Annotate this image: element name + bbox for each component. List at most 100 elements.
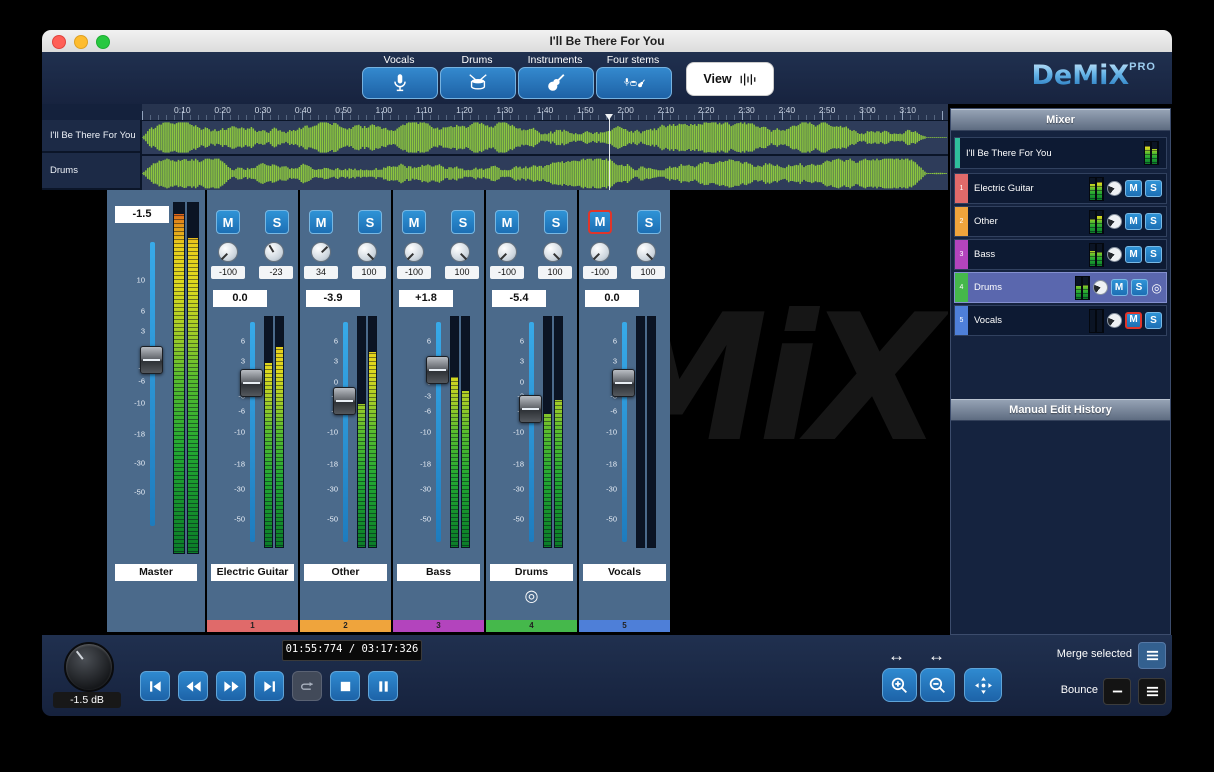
meter-off [1090, 310, 1095, 332]
channel-meter [636, 316, 656, 548]
mute-button[interactable]: M [588, 210, 612, 234]
fader-scale-label: -10 [107, 398, 145, 407]
track-mute-button[interactable]: M [1111, 279, 1128, 296]
waveform-track-song[interactable] [142, 121, 948, 156]
track-label-song[interactable]: I'll Be There For You [42, 120, 142, 153]
fader-handle[interactable] [519, 395, 542, 423]
record-icon[interactable]: ◎ [1152, 281, 1162, 295]
track-solo-button[interactable]: S [1145, 213, 1162, 230]
channel-meter [357, 316, 377, 548]
instruments-stem-button[interactable] [518, 67, 594, 99]
pause-button[interactable] [368, 671, 398, 701]
skip-to-end-button[interactable] [254, 671, 284, 701]
sidebar-track-electric-guitar[interactable]: 1Electric GuitarMS [954, 173, 1167, 204]
rewind-button[interactable] [178, 671, 208, 701]
channel-color-tag: 1 [207, 620, 298, 632]
track-name: Drums [974, 282, 1002, 293]
mute-button[interactable]: M [309, 210, 333, 234]
fader-handle[interactable] [240, 369, 263, 397]
fader-track[interactable] [529, 322, 534, 542]
gain-display[interactable]: 0.0 [585, 290, 639, 307]
fader-scale-label: -18 [207, 459, 245, 468]
gain-display[interactable]: +1.8 [399, 290, 453, 307]
solo-button[interactable]: S [265, 210, 289, 234]
track-solo-button[interactable]: S [1145, 180, 1162, 197]
width-knob[interactable] [636, 242, 656, 262]
solo-button[interactable]: S [544, 210, 568, 234]
track-solo-button[interactable]: S [1145, 246, 1162, 263]
track-mute-button[interactable]: M [1125, 213, 1142, 230]
zoom-in-button[interactable] [882, 668, 917, 702]
pan-knob[interactable] [404, 242, 424, 262]
drums-stem-button[interactable] [440, 67, 516, 99]
bounce-options-button[interactable] [1138, 678, 1166, 705]
fader-track[interactable] [436, 322, 441, 542]
solo-button[interactable]: S [451, 210, 475, 234]
sidebar-track-drums[interactable]: 4DrumsMS◎ [954, 272, 1167, 303]
waveform-track-drums[interactable] [142, 156, 948, 193]
sidebar-track-vocals[interactable]: 5VocalsMS [954, 305, 1167, 336]
pan-knob[interactable] [497, 242, 517, 262]
track-solo-button[interactable]: S [1131, 279, 1148, 296]
zoom-out-button[interactable] [920, 668, 955, 702]
gain-display[interactable]: -5.4 [492, 290, 546, 307]
track-solo-button[interactable]: S [1145, 312, 1162, 329]
view-button[interactable]: View [686, 62, 774, 96]
vocals-stem-button[interactable] [362, 67, 438, 99]
master-gain-display[interactable]: -1.5 [115, 206, 169, 223]
fader-handle[interactable] [426, 356, 449, 384]
fader-scale-label: -10 [207, 428, 245, 437]
track-pan-knob[interactable] [1107, 214, 1122, 229]
output-volume-knob[interactable] [64, 642, 114, 692]
fast-forward-button[interactable] [216, 671, 246, 701]
fader-track[interactable] [343, 322, 348, 542]
width-knob[interactable] [450, 242, 470, 262]
sidebar-track-other[interactable]: 2OtherMS [954, 206, 1167, 237]
mute-button[interactable]: M [216, 210, 240, 234]
record-icon[interactable]: ◎ [486, 586, 577, 606]
track-meter [1089, 210, 1104, 234]
pan-knob[interactable] [311, 242, 331, 262]
track-pan-knob[interactable] [1093, 280, 1108, 295]
skip-to-start-button[interactable] [140, 671, 170, 701]
width-knob[interactable] [264, 242, 284, 262]
fader-track[interactable] [250, 322, 255, 542]
sidebar-track-master[interactable]: I'll Be There For You [954, 137, 1167, 169]
pan-knob[interactable] [218, 242, 238, 262]
stop-button[interactable] [330, 671, 360, 701]
master-fader-handle[interactable] [140, 346, 163, 374]
bounce-remove-button[interactable] [1103, 678, 1131, 705]
track-pan-knob[interactable] [1107, 247, 1122, 262]
track-pan-knob[interactable] [1107, 313, 1122, 328]
knob-pointer-icon [500, 253, 507, 260]
solo-button[interactable]: S [358, 210, 382, 234]
mute-button[interactable]: M [495, 210, 519, 234]
channel-name-label: Vocals [583, 564, 666, 581]
loop-button[interactable] [292, 671, 322, 701]
sidebar-track-bass[interactable]: 3BassMS [954, 239, 1167, 270]
playhead[interactable] [609, 114, 610, 190]
track-mute-button[interactable]: M [1125, 312, 1142, 329]
ruler-time-label: 0:40 [295, 105, 312, 115]
track-pan-knob[interactable] [1107, 181, 1122, 196]
fader-handle[interactable] [612, 369, 635, 397]
track-mute-button[interactable]: M [1125, 180, 1142, 197]
track-mute-button[interactable]: M [1125, 246, 1142, 263]
fader-track[interactable] [622, 322, 627, 542]
merge-options-button[interactable] [1138, 642, 1166, 669]
pan-knob[interactable] [590, 242, 610, 262]
gain-display[interactable]: -3.9 [306, 290, 360, 307]
master-fader-track[interactable] [150, 242, 155, 526]
meter-off [648, 317, 655, 547]
mute-button[interactable]: M [402, 210, 426, 234]
pan-value: -100 [583, 266, 617, 279]
four-stems-button[interactable] [596, 67, 672, 99]
fader-handle[interactable] [333, 387, 356, 415]
solo-button[interactable]: S [637, 210, 661, 234]
locate-playhead-button[interactable] [964, 668, 1002, 702]
track-label-drums[interactable]: Drums [42, 153, 142, 190]
time-ruler[interactable]: 0:100:200:300:400:501:001:101:201:301:40… [142, 104, 948, 121]
gain-display[interactable]: 0.0 [213, 290, 267, 307]
width-knob[interactable] [543, 242, 563, 262]
width-knob[interactable] [357, 242, 377, 262]
